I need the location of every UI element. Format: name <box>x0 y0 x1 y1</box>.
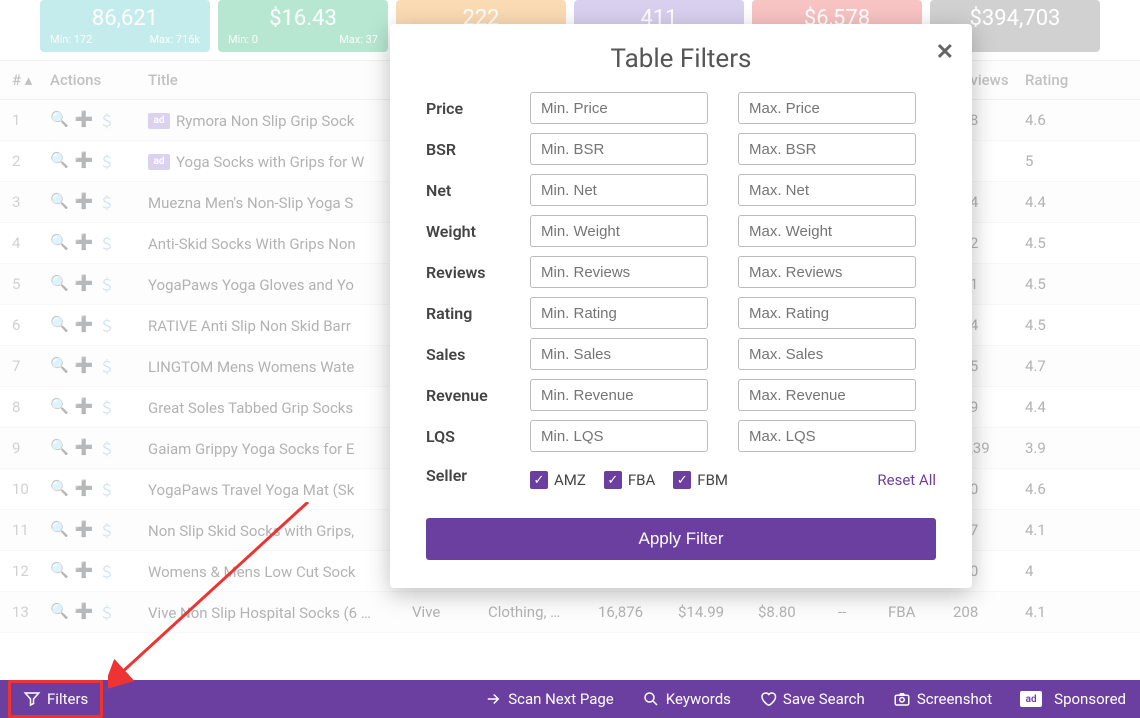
save-label: Save Search <box>783 690 865 708</box>
check-label: AMZ <box>554 471 586 489</box>
heart-icon <box>759 690 777 708</box>
max-rating-input[interactable] <box>738 297 916 329</box>
min-lqs-input[interactable] <box>530 420 708 452</box>
filter-label-bsr: BSR <box>426 140 530 159</box>
screenshot-button[interactable]: Screenshot <box>879 680 1006 718</box>
camera-icon <box>893 690 911 708</box>
min-rating-input[interactable] <box>530 297 708 329</box>
filter-label-rating: Rating <box>426 304 530 323</box>
max-revenue-input[interactable] <box>738 379 916 411</box>
seller-label: Seller <box>426 466 530 485</box>
max-net-input[interactable] <box>738 174 916 206</box>
min-revenue-input[interactable] <box>530 379 708 411</box>
min-weight-input[interactable] <box>530 215 708 247</box>
seller-check-amz[interactable]: ✓ AMZ <box>530 471 586 489</box>
close-icon[interactable]: ✕ <box>936 40 954 65</box>
seller-check-fbm[interactable]: ✓ FBM <box>673 471 728 489</box>
filter-label-price: Price <box>426 99 530 118</box>
filter-label-reviews: Reviews <box>426 263 530 282</box>
modal-title: Table Filters <box>426 44 936 74</box>
reset-all-link[interactable]: Reset All <box>877 471 936 489</box>
max-weight-input[interactable] <box>738 215 916 247</box>
filter-icon <box>23 690 41 708</box>
max-reviews-input[interactable] <box>738 256 916 288</box>
sponsored-button[interactable]: ad Sponsored <box>1006 680 1140 718</box>
check-icon: ✓ <box>604 471 622 489</box>
filter-label-sales: Sales <box>426 345 530 364</box>
keywords-label: Keywords <box>666 690 731 708</box>
scan-label: Scan Next Page <box>508 690 614 708</box>
min-reviews-input[interactable] <box>530 256 708 288</box>
bottom-toolbar: Filters Scan Next Page Keywords Save Sea… <box>0 680 1140 718</box>
min-bsr-input[interactable] <box>530 133 708 165</box>
filter-label-revenue: Revenue <box>426 386 530 405</box>
search-icon <box>642 690 660 708</box>
arrow-right-icon <box>484 690 502 708</box>
check-icon: ✓ <box>673 471 691 489</box>
filters-label: Filters <box>47 690 88 708</box>
sponsored-label: Sponsored <box>1054 690 1126 708</box>
scan-next-page-button[interactable]: Scan Next Page <box>470 680 628 718</box>
keywords-button[interactable]: Keywords <box>628 680 745 718</box>
min-sales-input[interactable] <box>530 338 708 370</box>
filters-button[interactable]: Filters <box>8 680 103 718</box>
max-bsr-input[interactable] <box>738 133 916 165</box>
check-label: FBA <box>628 471 655 489</box>
min-price-input[interactable] <box>530 92 708 124</box>
max-lqs-input[interactable] <box>738 420 916 452</box>
save-search-button[interactable]: Save Search <box>745 680 879 718</box>
apply-filter-button[interactable]: Apply Filter <box>426 518 936 560</box>
seller-check-fba[interactable]: ✓ FBA <box>604 471 655 489</box>
filters-modal: ✕ Table Filters Price BSR Net Weight Reviews… <box>390 24 972 588</box>
max-price-input[interactable] <box>738 92 916 124</box>
check-label: FBM <box>697 471 728 489</box>
filter-label-net: Net <box>426 181 530 200</box>
filter-label-lqs: LQS <box>426 427 530 446</box>
screenshot-label: Screenshot <box>917 690 992 708</box>
filter-label-weight: Weight <box>426 222 530 241</box>
check-icon: ✓ <box>530 471 548 489</box>
max-sales-input[interactable] <box>738 338 916 370</box>
ad-icon: ad <box>1020 691 1042 707</box>
min-net-input[interactable] <box>530 174 708 206</box>
